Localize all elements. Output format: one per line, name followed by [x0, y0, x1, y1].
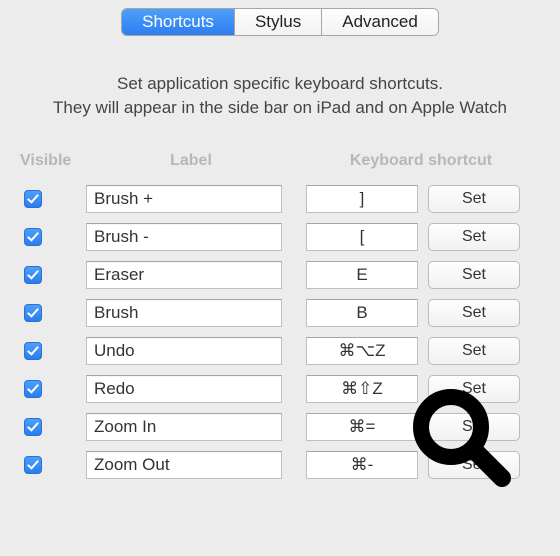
column-headers: Visible Label Keyboard shortcut [20, 152, 546, 170]
visible-checkbox[interactable] [24, 342, 42, 360]
table-row: Redo ⌘⇧Z Set [20, 370, 546, 408]
label-input[interactable]: Brush + [86, 185, 282, 213]
table-row: Brush + ] Set [20, 180, 546, 218]
label-input[interactable]: Eraser [86, 261, 282, 289]
shortcut-field[interactable]: ] [306, 185, 418, 213]
set-button[interactable]: Set [428, 413, 520, 441]
table-row: Brush - [ Set [20, 218, 546, 256]
tab-advanced[interactable]: Advanced [321, 9, 438, 35]
set-button[interactable]: Set [428, 299, 520, 327]
header-shortcut: Keyboard shortcut [296, 152, 546, 170]
table-row: Zoom In ⌘= Set [20, 408, 546, 446]
shortcut-field[interactable]: ⌘= [306, 413, 418, 441]
label-input[interactable]: Zoom Out [86, 451, 282, 479]
visible-checkbox[interactable] [24, 228, 42, 246]
table-row: Eraser E Set [20, 256, 546, 294]
set-button[interactable]: Set [428, 223, 520, 251]
shortcut-field[interactable]: ⌘⇧Z [306, 375, 418, 403]
description-line2: They will appear in the side bar on iPad… [10, 96, 550, 120]
set-button[interactable]: Set [428, 185, 520, 213]
table-row: Brush B Set [20, 294, 546, 332]
visible-checkbox[interactable] [24, 266, 42, 284]
label-input[interactable]: Undo [86, 337, 282, 365]
visible-checkbox[interactable] [24, 190, 42, 208]
description: Set application specific keyboard shortc… [10, 72, 550, 120]
table-row: Undo ⌘⌥Z Set [20, 332, 546, 370]
set-button[interactable]: Set [428, 337, 520, 365]
set-button[interactable]: Set [428, 451, 520, 479]
header-label: Label [86, 152, 296, 170]
label-input[interactable]: Brush [86, 299, 282, 327]
visible-checkbox[interactable] [24, 380, 42, 398]
label-input[interactable]: Redo [86, 375, 282, 403]
tab-bar: Shortcuts Stylus Advanced [0, 0, 560, 36]
set-button[interactable]: Set [428, 261, 520, 289]
shortcut-field[interactable]: B [306, 299, 418, 327]
visible-checkbox[interactable] [24, 418, 42, 436]
visible-checkbox[interactable] [24, 456, 42, 474]
shortcut-table: Visible Label Keyboard shortcut Brush + … [0, 152, 560, 484]
set-button[interactable]: Set [428, 375, 520, 403]
table-row: Zoom Out ⌘- Set [20, 446, 546, 484]
visible-checkbox[interactable] [24, 304, 42, 322]
label-input[interactable]: Brush - [86, 223, 282, 251]
description-line1: Set application specific keyboard shortc… [10, 72, 550, 96]
shortcut-field[interactable]: ⌘- [306, 451, 418, 479]
shortcut-field[interactable]: ⌘⌥Z [306, 337, 418, 365]
tab-shortcuts[interactable]: Shortcuts [122, 9, 234, 35]
label-input[interactable]: Zoom In [86, 413, 282, 441]
shortcut-field[interactable]: [ [306, 223, 418, 251]
header-visible: Visible [20, 152, 86, 170]
tab-stylus[interactable]: Stylus [234, 9, 321, 35]
shortcut-field[interactable]: E [306, 261, 418, 289]
